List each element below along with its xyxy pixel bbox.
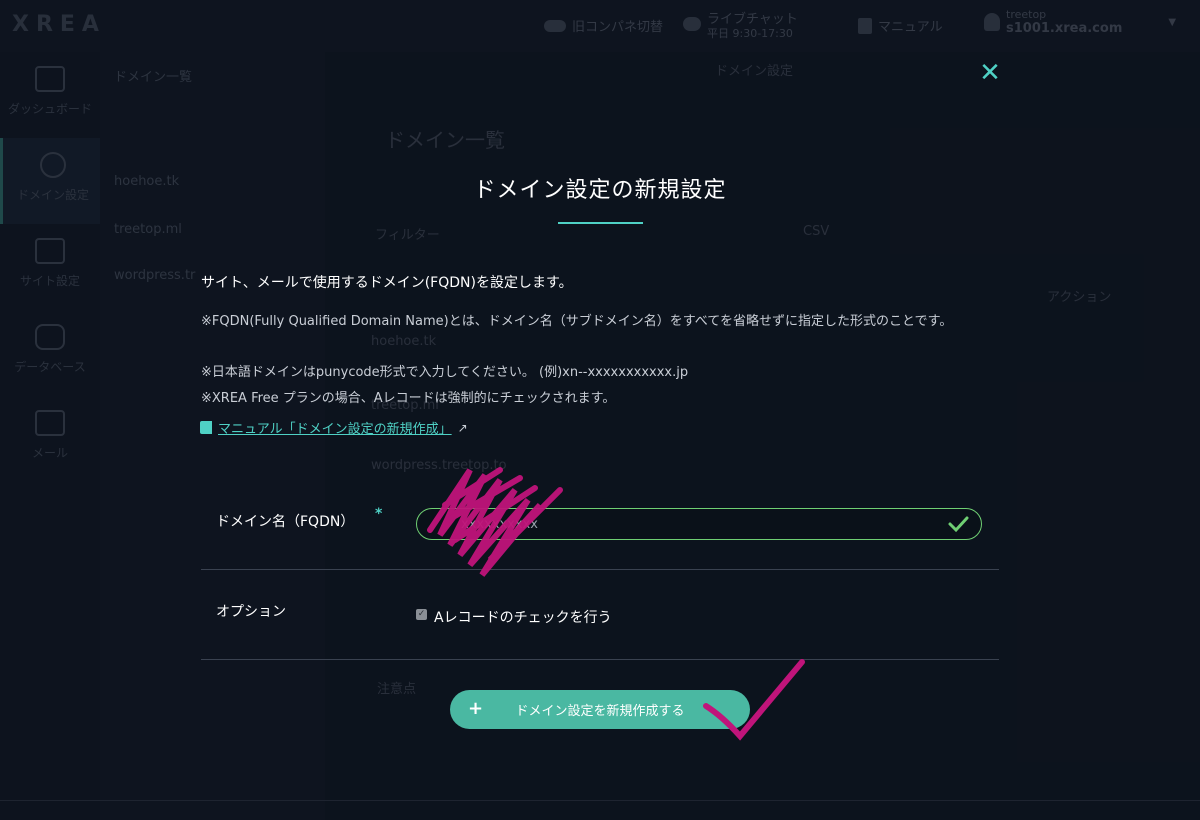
valid-check-icon xyxy=(948,516,969,533)
punycode-note: ※日本語ドメインはpunycode形式で入力してください。 (例)xn--xxx… xyxy=(201,365,689,380)
manual-link-text: マニュアル「ドメイン設定の新規作成」 xyxy=(218,422,452,437)
fqdn-note: ※FQDN(Fully Qualified Domain Name)とは、ドメイ… xyxy=(201,314,953,329)
external-link-icon: ↗ xyxy=(457,420,468,435)
free-plan-note: ※XREA Free プランの場合、Aレコードは強制的にチェックされます。 xyxy=(201,391,616,406)
domain-input[interactable] xyxy=(416,508,982,540)
domain-label: ドメイン名（FQDN） xyxy=(216,514,355,530)
options-label: オプション xyxy=(216,604,286,620)
required-mark: * xyxy=(375,506,383,522)
divider xyxy=(201,659,999,660)
a-record-checkbox[interactable]: ✓ xyxy=(416,609,427,620)
manual-link[interactable]: マニュアル「ドメイン設定の新規作成」 ↗ xyxy=(200,418,470,437)
modal-description: サイト、メールで使用するドメイン(FQDN)を設定します。 xyxy=(201,275,573,291)
a-record-label[interactable]: Aレコードのチェックを行う xyxy=(434,607,612,627)
title-underline xyxy=(558,222,643,224)
create-domain-button[interactable]: + ドメイン設定を新規作成する xyxy=(450,690,750,729)
close-icon[interactable]: ✕ xyxy=(978,60,1002,86)
book-icon xyxy=(200,421,212,434)
create-domain-button-label: ドメイン設定を新規作成する xyxy=(515,704,685,719)
modal-title: ドメイン設定の新規設定 xyxy=(473,178,727,203)
plus-icon: + xyxy=(468,698,484,719)
divider xyxy=(201,569,999,570)
